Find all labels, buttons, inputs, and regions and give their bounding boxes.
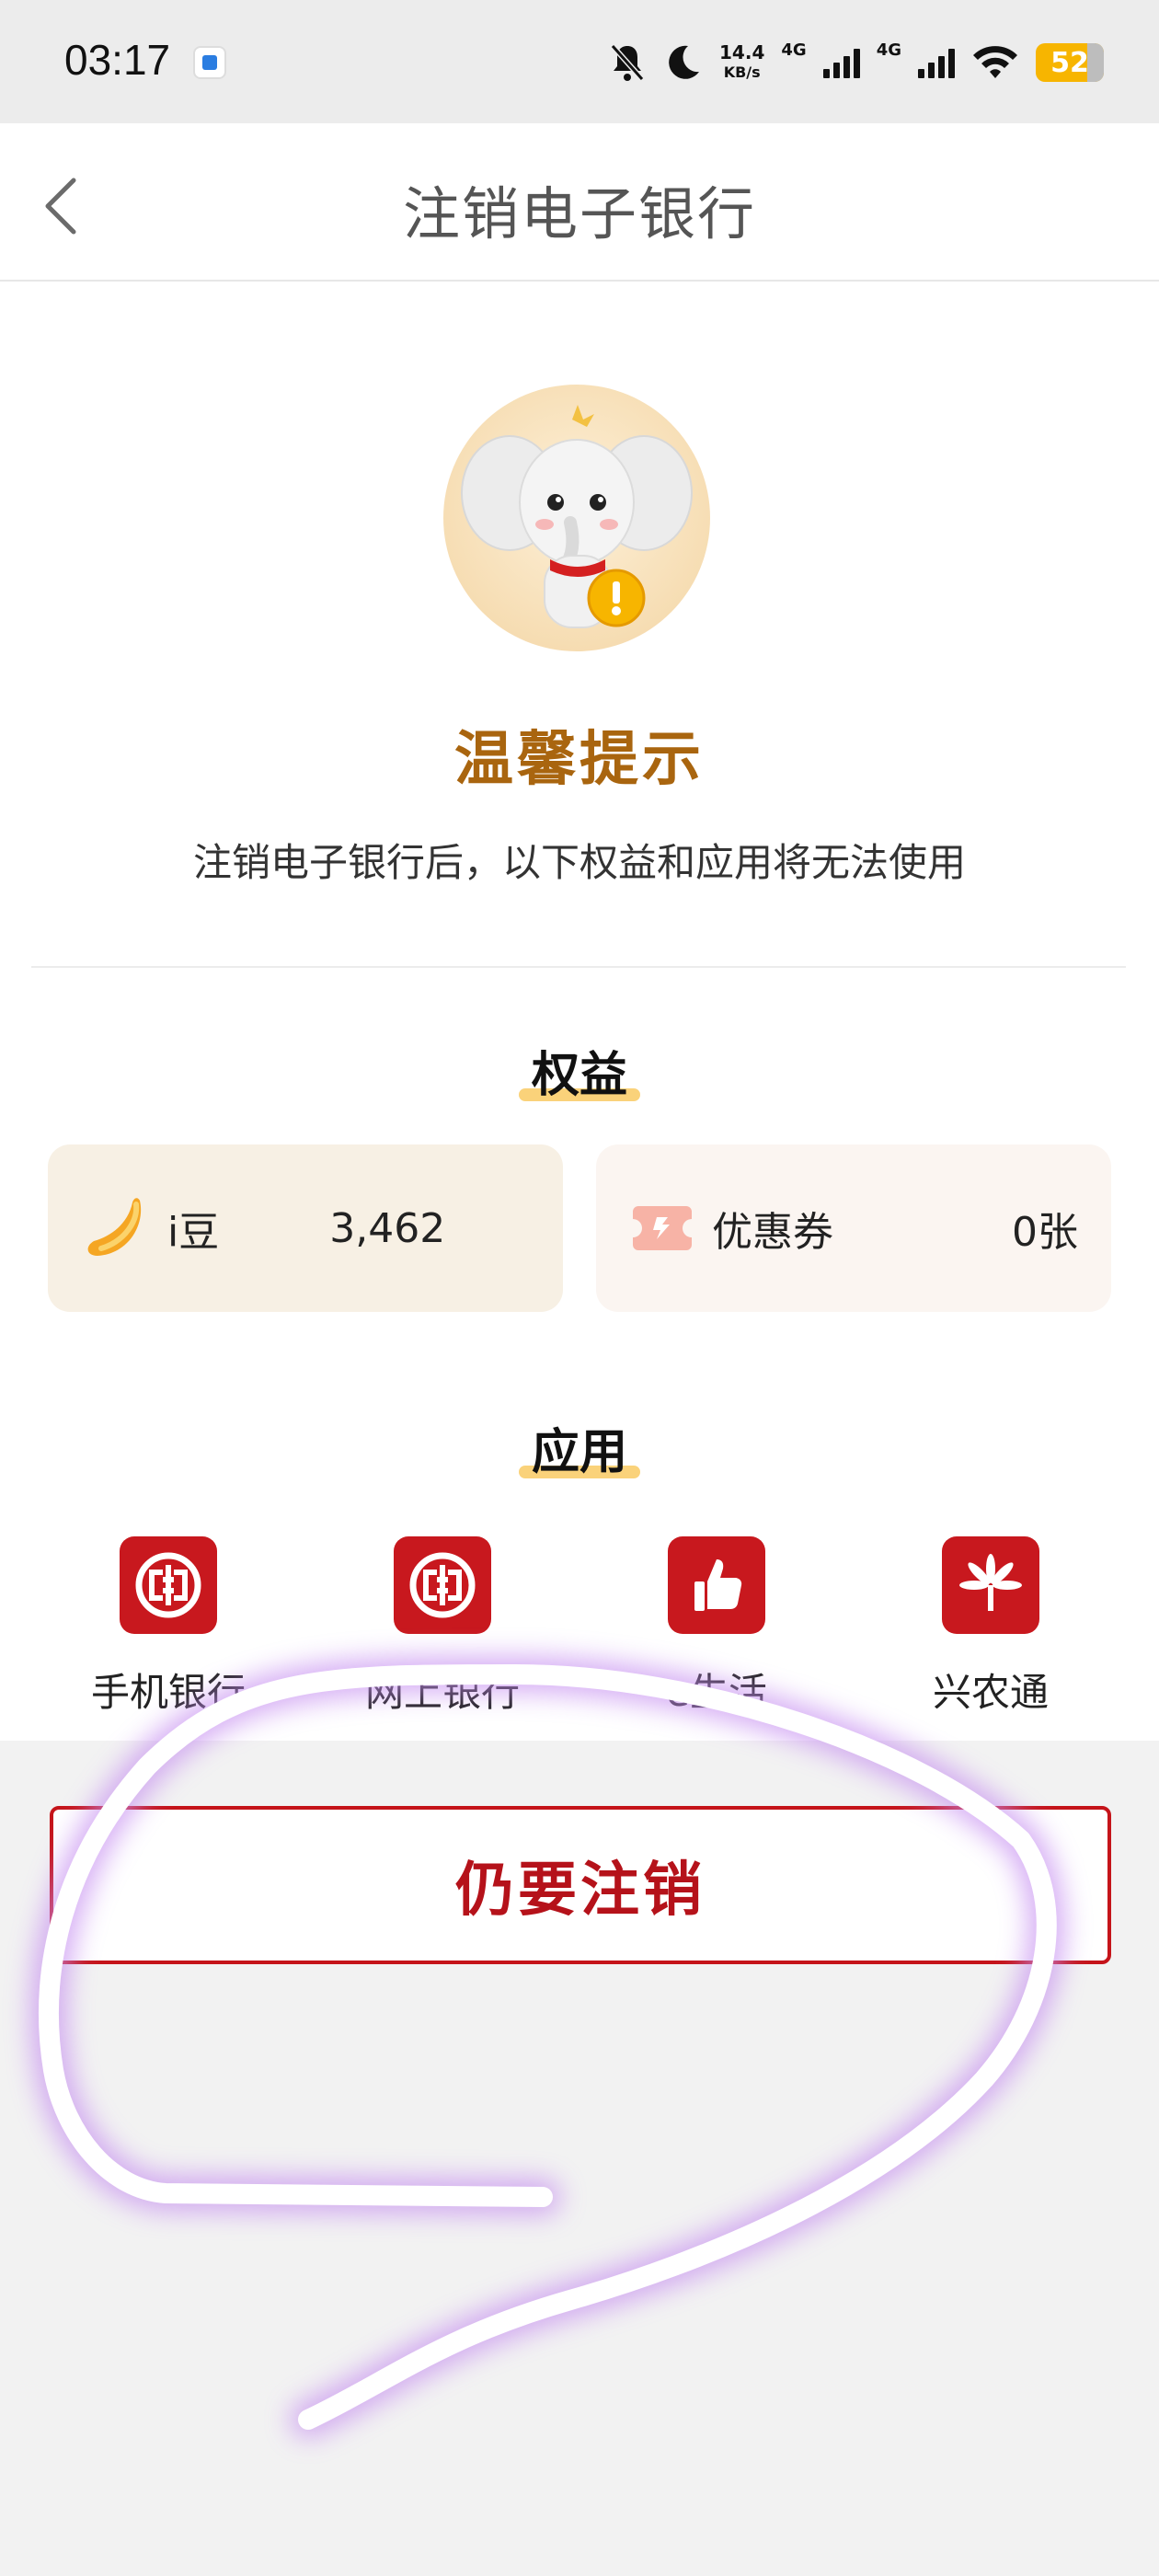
- notice-description: 注销电子银行后，以下权益和应用将无法使用: [192, 840, 966, 885]
- network-speed-value: 14.4: [719, 41, 765, 63]
- page-title: 注销电子银行: [402, 180, 756, 247]
- apps-grid: 手机银行 网上银行 e生活 兴农通: [0, 1536, 1159, 1739]
- app-item-online-banking[interactable]: 网上银行: [323, 1536, 562, 1739]
- benefit-card-beans: i豆 3,462: [48, 1144, 563, 1312]
- battery-level: 52: [1050, 46, 1089, 79]
- flower-logo-icon: [942, 1536, 1039, 1634]
- status-bar: 03:17 14.4 KB/s 4G 4G 52: [0, 0, 1159, 123]
- benefit-label: i豆: [167, 1209, 220, 1256]
- app-label: 手机银行: [90, 1670, 246, 1715]
- elephant-mascot-icon: [443, 385, 710, 651]
- icbc-logo-icon: [120, 1536, 217, 1634]
- page-header: 注销电子银行: [0, 123, 1159, 282]
- divider: [31, 966, 1126, 968]
- coupon-ticket-icon: [633, 1206, 692, 1250]
- content-card: 温馨提示 注销电子银行后，以下权益和应用将无法使用 权益 i豆 3,462 优惠…: [0, 282, 1159, 1741]
- benefit-value: 0张: [1012, 1209, 1078, 1256]
- network-speed: 14.4 KB/s: [719, 43, 764, 82]
- benefit-value: 3,462: [329, 1204, 446, 1252]
- status-icons: 14.4 KB/s 4G 4G 52: [609, 37, 1104, 88]
- app-item-mobile-banking[interactable]: 手机银行: [49, 1536, 288, 1739]
- wifi-icon: [973, 46, 1017, 78]
- status-time: 03:17: [64, 36, 171, 84]
- app-label: e生活: [666, 1670, 767, 1715]
- app-label: 兴农通: [932, 1670, 1049, 1715]
- apps-section-title: 应用: [0, 1413, 1159, 1482]
- sim1-network-label: 4G: [781, 40, 807, 60]
- sim2-signal-icon: [918, 47, 955, 78]
- moon-icon: [669, 45, 700, 79]
- sim1-signal-icon: [822, 47, 860, 78]
- notice-title: 温馨提示: [454, 726, 705, 794]
- sim2-network-label: 4G: [876, 40, 901, 60]
- network-speed-unit: KB/s: [723, 63, 761, 81]
- gold-bean-icon: [87, 1198, 142, 1256]
- app-item-xingnongtong[interactable]: 兴农通: [871, 1536, 1110, 1739]
- confirm-cancel-button[interactable]: 仍要注销: [50, 1806, 1111, 1964]
- benefits-section-title: 权益: [0, 1036, 1159, 1105]
- apps-title-text: 应用: [531, 1425, 627, 1480]
- benefit-card-coupons: 优惠券 0张: [596, 1144, 1111, 1312]
- icbc-logo-icon: [394, 1536, 491, 1634]
- bell-muted-icon: [610, 44, 645, 81]
- benefit-label: 优惠券: [712, 1209, 833, 1256]
- app-label: 网上银行: [364, 1670, 520, 1715]
- thumbs-up-icon: [668, 1536, 765, 1634]
- app-item-e-life[interactable]: e生活: [597, 1536, 836, 1739]
- battery-icon: 52: [1036, 43, 1104, 82]
- notification-app-icon: [193, 46, 226, 79]
- benefits-title-text: 权益: [531, 1048, 627, 1103]
